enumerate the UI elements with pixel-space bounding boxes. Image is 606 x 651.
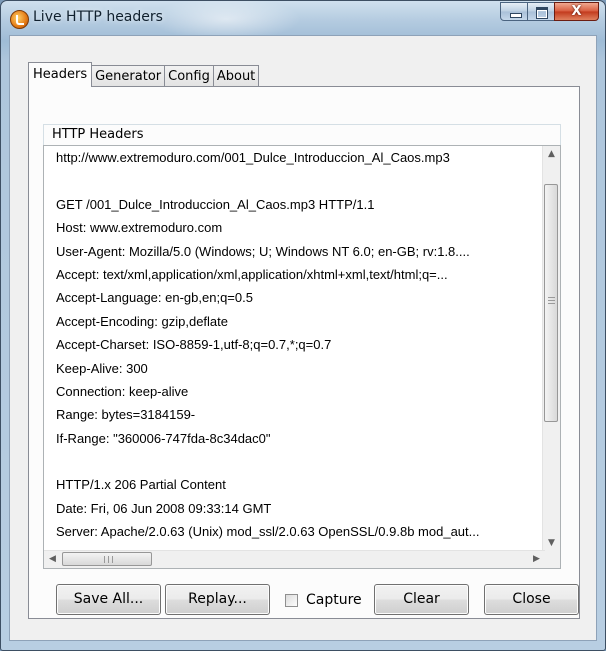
close-window-button[interactable]: X xyxy=(554,2,599,21)
header-line[interactable]: User-Agent: Mozilla/5.0 (Windows; U; Win… xyxy=(56,240,536,263)
horizontal-scroll-thumb[interactable] xyxy=(62,552,152,566)
header-line[interactable]: Accept-Language: en-gb,en;q=0.5 xyxy=(56,286,536,309)
header-line[interactable]: http://www.extremoduro.com/001_Dulce_Int… xyxy=(56,146,536,169)
maximize-icon xyxy=(536,7,548,19)
http-headers-group: HTTP Headers http://www.extremoduro.com/… xyxy=(43,124,566,576)
live-http-headers-app-icon xyxy=(10,10,29,29)
replay-button[interactable]: Replay... xyxy=(165,584,270,615)
capture-checkbox-group[interactable]: Capture xyxy=(285,590,362,610)
group-title: HTTP Headers xyxy=(43,124,561,145)
save-all-button[interactable]: Save All... xyxy=(56,584,161,615)
header-line[interactable]: Connection: keep-alive xyxy=(56,380,536,403)
headers-list[interactable]: http://www.extremoduro.com/001_Dulce_Int… xyxy=(43,145,561,569)
maximize-button[interactable] xyxy=(527,2,555,21)
vertical-scrollbar[interactable]: ▲ ▼ xyxy=(542,146,560,552)
window-client-area: Headers Generator Config About HTTP Head… xyxy=(9,35,597,641)
capture-checkbox[interactable] xyxy=(285,593,298,607)
header-line[interactable]: Accept: text/xml,application/xml,applica… xyxy=(56,263,536,286)
window-title: Live HTTP headers xyxy=(33,9,163,25)
tab-headers[interactable]: Headers xyxy=(28,62,93,87)
close-button[interactable]: Close xyxy=(484,584,579,615)
clear-button[interactable]: Clear xyxy=(374,584,469,615)
scrollbar-corner xyxy=(543,551,560,568)
tab-config[interactable]: Config xyxy=(164,65,214,87)
tab-about[interactable]: About xyxy=(212,65,260,87)
header-line[interactable]: Server: Apache/2.0.63 (Unix) mod_ssl/2.0… xyxy=(56,520,536,543)
header-line[interactable]: Accept-Encoding: gzip,deflate xyxy=(56,310,536,333)
tab-strip: Headers Generator Config About xyxy=(28,61,260,87)
header-line[interactable] xyxy=(56,169,536,192)
header-line[interactable]: If-Range: "360006-747fda-8c34dac0" xyxy=(56,427,536,450)
scroll-up-icon[interactable]: ▲ xyxy=(543,146,560,163)
header-line[interactable]: Accept-Charset: ISO-8859-1,utf-8;q=0.7,*… xyxy=(56,333,536,356)
minimize-icon xyxy=(510,13,522,18)
header-line[interactable]: HTTP/1.x 206 Partial Content xyxy=(56,473,536,496)
headers-tab-panel: HTTP Headers http://www.extremoduro.com/… xyxy=(28,86,580,619)
header-line[interactable] xyxy=(56,450,536,473)
caption-buttons: X xyxy=(500,2,599,22)
capture-label[interactable]: Capture xyxy=(306,592,362,608)
thumb-grip-icon xyxy=(548,297,555,306)
vertical-scroll-thumb[interactable] xyxy=(544,184,558,422)
headers-lines: http://www.extremoduro.com/001_Dulce_Int… xyxy=(56,146,536,567)
title-bar[interactable]: Live HTTP headers X xyxy=(1,1,605,41)
header-line[interactable]: Keep-Alive: 300 xyxy=(56,357,536,380)
scroll-left-icon[interactable]: ◀ xyxy=(44,551,61,568)
header-line[interactable]: Host: www.extremoduro.com xyxy=(56,216,536,239)
horizontal-scrollbar[interactable]: ◀ ▶ xyxy=(44,550,545,568)
thumb-grip-icon xyxy=(104,556,113,563)
scroll-down-icon[interactable]: ▼ xyxy=(543,535,560,552)
header-line[interactable]: GET /001_Dulce_Introduccion_Al_Caos.mp3 … xyxy=(56,193,536,216)
live-http-headers-window: Live HTTP headers X Headers Generator Co… xyxy=(0,0,606,651)
header-line[interactable]: Range: bytes=3184159- xyxy=(56,403,536,426)
header-line[interactable]: Date: Fri, 06 Jun 2008 09:33:14 GMT xyxy=(56,497,536,520)
tab-generator[interactable]: Generator xyxy=(91,65,166,87)
close-icon: X xyxy=(571,4,582,19)
minimize-button[interactable] xyxy=(500,2,528,21)
